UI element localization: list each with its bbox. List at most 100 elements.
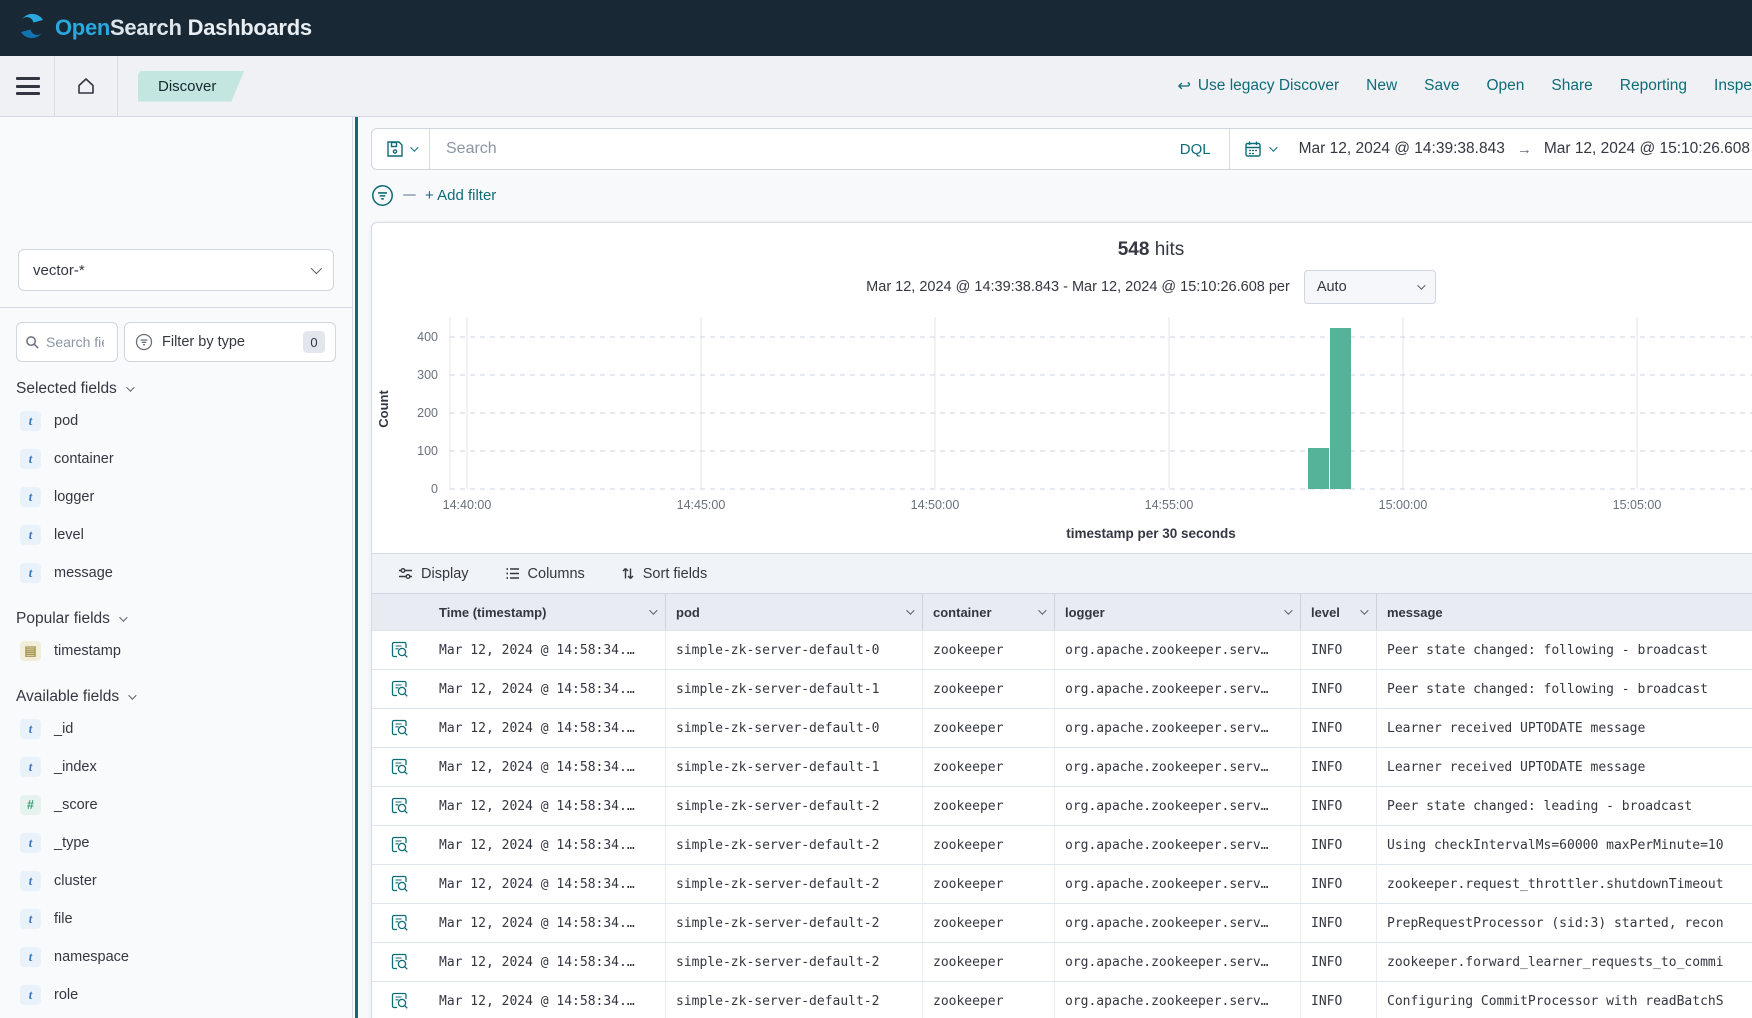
row-cell-container[interactable]: zookeeper xyxy=(923,904,1055,942)
row-cell-pod[interactable]: simple-zk-server-default-2 xyxy=(666,982,923,1018)
row-cell-logger[interactable]: org.apache.zookeeper.serv… xyxy=(1055,748,1301,786)
row-cell-container[interactable]: zookeeper xyxy=(923,826,1055,864)
inspect-document-icon[interactable] xyxy=(391,953,410,972)
column-header-time[interactable]: Time (timestamp) xyxy=(429,594,666,630)
column-header-container[interactable]: container xyxy=(923,594,1055,630)
row-cell-logger[interactable]: org.apache.zookeeper.serv… xyxy=(1055,904,1301,942)
row-cell-container[interactable]: zookeeper xyxy=(923,670,1055,708)
row-cell-pod[interactable]: simple-zk-server-default-2 xyxy=(666,943,923,981)
nav-menu-item[interactable]: Share xyxy=(1551,77,1592,95)
row-cell-pod[interactable]: simple-zk-server-default-0 xyxy=(666,631,923,669)
home-icon[interactable] xyxy=(69,69,103,103)
row-cell-level[interactable]: INFO xyxy=(1301,748,1377,786)
date-picker-button[interactable] xyxy=(1229,129,1289,169)
row-cell-message[interactable]: zookeeper.forward_learner_requests_to_co… xyxy=(1377,943,1752,981)
available-fields-heading[interactable]: Available fields xyxy=(16,688,336,706)
row-cell-message[interactable]: Peer state changed: leading - broadcast xyxy=(1377,787,1752,825)
sort-fields-button[interactable]: Sort fields xyxy=(621,566,707,582)
inspect-document-icon[interactable] xyxy=(391,758,410,777)
add-filter-button[interactable]: + Add filter xyxy=(425,187,496,204)
inspect-document-icon[interactable] xyxy=(391,641,410,660)
row-cell-level[interactable]: INFO xyxy=(1301,865,1377,903)
column-header-message[interactable]: message xyxy=(1377,594,1752,630)
row-cell-logger[interactable]: org.apache.zookeeper.serv… xyxy=(1055,943,1301,981)
row-cell-level[interactable]: INFO xyxy=(1301,709,1377,747)
row-cell-message[interactable]: Learner received UPTODATE message xyxy=(1377,748,1752,786)
field-item[interactable]: t _type xyxy=(16,824,336,862)
field-search-input[interactable] xyxy=(46,334,104,350)
row-cell-container[interactable]: zookeeper xyxy=(923,982,1055,1018)
row-cell-logger[interactable]: org.apache.zookeeper.serv… xyxy=(1055,787,1301,825)
nav-menu-item[interactable]: Reporting xyxy=(1620,77,1687,95)
row-cell-pod[interactable]: simple-zk-server-default-1 xyxy=(666,670,923,708)
row-cell-container[interactable]: zookeeper xyxy=(923,631,1055,669)
column-header-pod[interactable]: pod xyxy=(666,594,923,630)
row-cell-level[interactable]: INFO xyxy=(1301,904,1377,942)
field-item[interactable]: t container xyxy=(16,440,336,478)
field-item[interactable]: t message xyxy=(16,554,336,592)
row-cell-pod[interactable]: simple-zk-server-default-2 xyxy=(666,865,923,903)
columns-button[interactable]: Columns xyxy=(505,566,585,582)
row-cell-message[interactable]: Using checkIntervalMs=60000 maxPerMinute… xyxy=(1377,826,1752,864)
row-cell-message[interactable]: Configuring CommitProcessor with readBat… xyxy=(1377,982,1752,1018)
row-cell-pod[interactable]: simple-zk-server-default-1 xyxy=(666,748,923,786)
popular-fields-heading[interactable]: Popular fields xyxy=(16,610,336,628)
row-cell-logger[interactable]: org.apache.zookeeper.serv… xyxy=(1055,982,1301,1018)
column-header-level[interactable]: level xyxy=(1301,594,1377,630)
row-cell-pod[interactable]: simple-zk-server-default-2 xyxy=(666,787,923,825)
row-cell-message[interactable]: PrepRequestProcessor (sid:3) started, re… xyxy=(1377,904,1752,942)
row-cell-message[interactable]: Learner received UPTODATE message xyxy=(1377,709,1752,747)
row-cell-time[interactable]: Mar 12, 2024 @ 14:58:34.… xyxy=(429,865,666,903)
row-cell-container[interactable]: zookeeper xyxy=(923,943,1055,981)
field-item[interactable]: t role xyxy=(16,976,336,1014)
field-item[interactable]: t namespace xyxy=(16,938,336,976)
row-cell-time[interactable]: Mar 12, 2024 @ 14:58:34.… xyxy=(429,982,666,1018)
row-cell-level[interactable]: INFO xyxy=(1301,631,1377,669)
row-cell-time[interactable]: Mar 12, 2024 @ 14:58:34.… xyxy=(429,943,666,981)
interval-select[interactable]: Auto xyxy=(1304,270,1436,304)
row-cell-logger[interactable]: org.apache.zookeeper.serv… xyxy=(1055,865,1301,903)
row-cell-time[interactable]: Mar 12, 2024 @ 14:58:34.… xyxy=(429,670,666,708)
query-language-button[interactable]: DQL xyxy=(1162,141,1229,158)
inspect-document-icon[interactable] xyxy=(391,836,410,855)
row-cell-time[interactable]: Mar 12, 2024 @ 14:58:34.… xyxy=(429,904,666,942)
row-cell-time[interactable]: Mar 12, 2024 @ 14:58:34.… xyxy=(429,826,666,864)
field-item[interactable]: # _score xyxy=(16,786,336,824)
field-item[interactable]: t pod xyxy=(16,402,336,440)
display-button[interactable]: Display xyxy=(398,566,469,582)
row-cell-level[interactable]: INFO xyxy=(1301,943,1377,981)
column-header-logger[interactable]: logger xyxy=(1055,594,1301,630)
nav-menu-item[interactable]: Save xyxy=(1424,77,1459,95)
row-cell-time[interactable]: Mar 12, 2024 @ 14:58:34.… xyxy=(429,709,666,747)
row-cell-level[interactable]: INFO xyxy=(1301,670,1377,708)
row-cell-message[interactable]: Peer state changed: following - broadcas… xyxy=(1377,670,1752,708)
inspect-document-icon[interactable] xyxy=(391,914,410,933)
row-cell-container[interactable]: zookeeper xyxy=(923,709,1055,747)
row-cell-logger[interactable]: org.apache.zookeeper.serv… xyxy=(1055,709,1301,747)
index-pattern-select[interactable]: vector-* xyxy=(18,249,334,291)
row-cell-container[interactable]: zookeeper xyxy=(923,787,1055,825)
search-input[interactable] xyxy=(430,129,1162,169)
field-item[interactable]: t logger xyxy=(16,478,336,516)
inspect-document-icon[interactable] xyxy=(391,680,410,699)
row-cell-level[interactable]: INFO xyxy=(1301,826,1377,864)
filter-by-type-button[interactable]: Filter by type 0 xyxy=(124,322,336,362)
field-item[interactable]: t level xyxy=(16,516,336,554)
row-cell-logger[interactable]: org.apache.zookeeper.serv… xyxy=(1055,631,1301,669)
row-cell-logger[interactable]: org.apache.zookeeper.serv… xyxy=(1055,826,1301,864)
row-cell-container[interactable]: zookeeper xyxy=(923,865,1055,903)
histogram-chart[interactable]: 0 100 200 300 400 14:40:00 14:45:00 14:5… xyxy=(372,309,1752,526)
row-cell-message[interactable]: Peer state changed: following - broadcas… xyxy=(1377,631,1752,669)
row-cell-message[interactable]: zookeeper.request_throttler.shutdownTime… xyxy=(1377,865,1752,903)
inspect-document-icon[interactable] xyxy=(391,797,410,816)
row-cell-time[interactable]: Mar 12, 2024 @ 14:58:34.… xyxy=(429,748,666,786)
nav-menu-item[interactable]: Open xyxy=(1487,77,1525,95)
inspect-document-icon[interactable] xyxy=(391,719,410,738)
inspect-document-icon[interactable] xyxy=(391,992,410,1011)
date-range-start[interactable]: Mar 12, 2024 @ 14:39:38.843 xyxy=(1299,140,1505,158)
selected-fields-heading[interactable]: Selected fields xyxy=(16,380,336,398)
row-cell-pod[interactable]: simple-zk-server-default-2 xyxy=(666,826,923,864)
field-item[interactable]: t _index xyxy=(16,748,336,786)
date-range-end[interactable]: Mar 12, 2024 @ 15:10:26.608 xyxy=(1544,140,1750,158)
use-legacy-discover-button[interactable]: ↩ Use legacy Discover xyxy=(1177,76,1339,96)
